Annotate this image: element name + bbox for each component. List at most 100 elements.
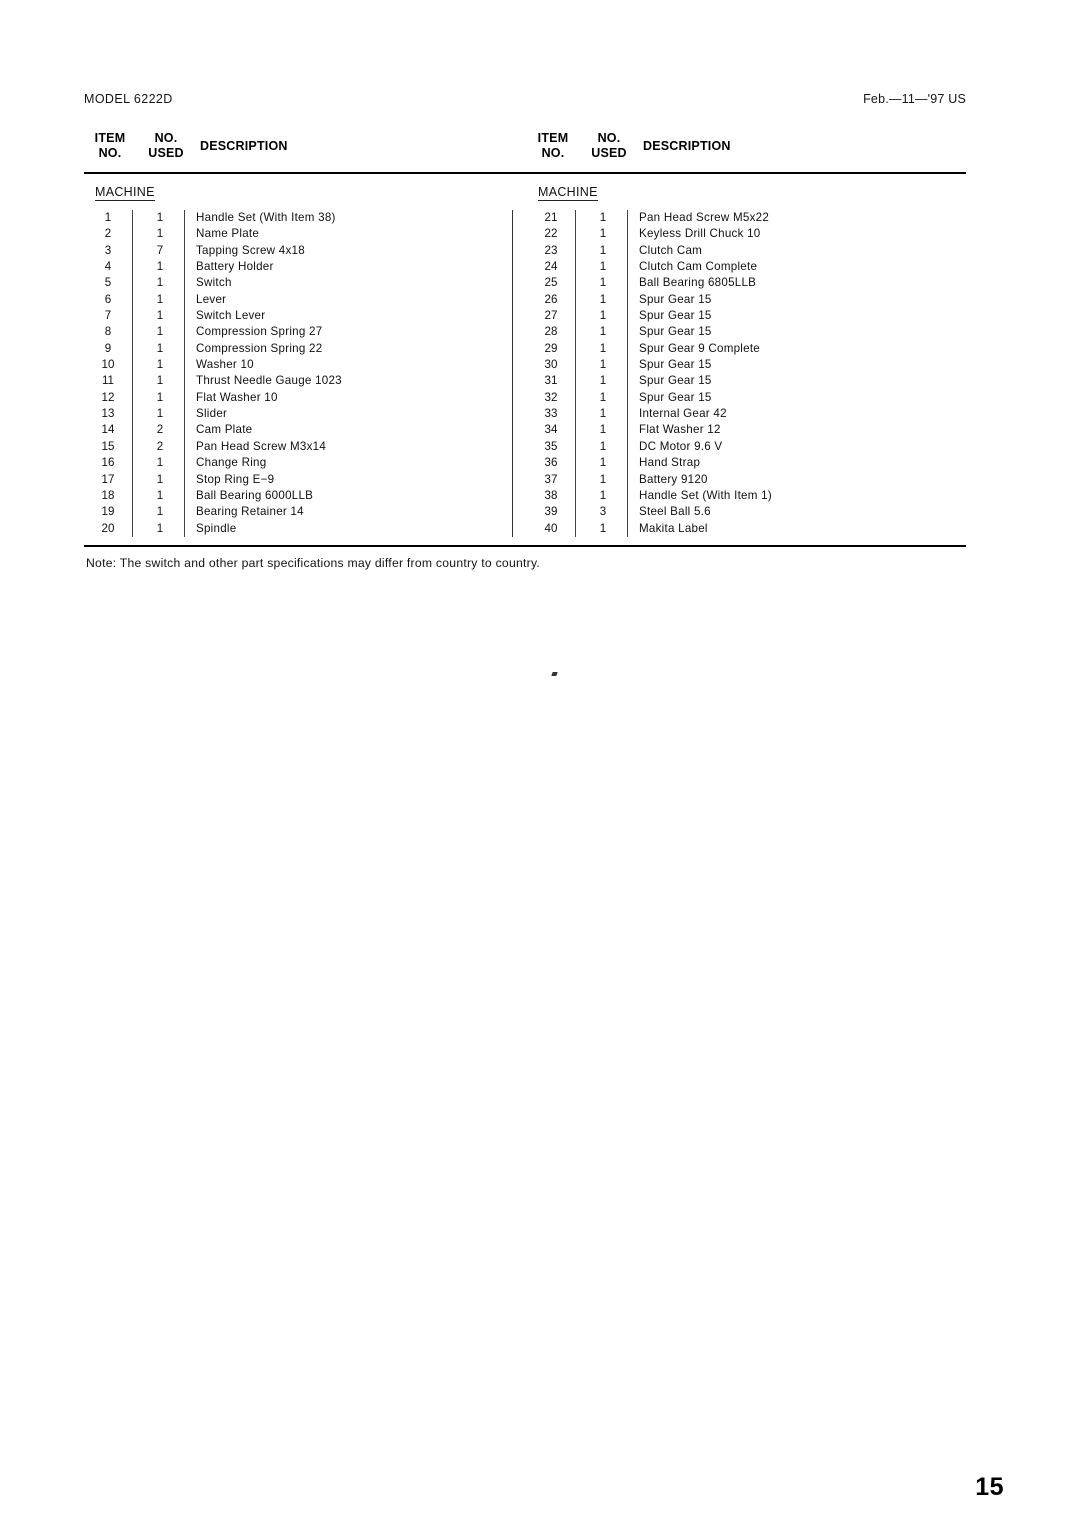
table-row: 25 1 Ball Bearing 6805LLB xyxy=(513,275,967,292)
cell-no-used: 1 xyxy=(579,275,628,292)
cell-item-no: 4 xyxy=(84,259,133,276)
cell-item-no: 27 xyxy=(527,308,576,325)
table-row: 17 1 Stop Ring E−9 xyxy=(84,471,504,488)
cell-no-used: 1 xyxy=(136,324,185,341)
header-no-used: NO. USED xyxy=(148,131,184,160)
cell-item-no: 36 xyxy=(527,455,576,472)
cell-no-used: 1 xyxy=(579,471,628,488)
cell-description: Spur Gear 15 xyxy=(639,374,712,388)
cell-no-used: 1 xyxy=(136,357,185,374)
cell-no-used: 1 xyxy=(579,324,628,341)
table-row: 10 1 Washer 10 xyxy=(84,357,504,374)
cell-no-used: 1 xyxy=(579,242,628,260)
cell-description: Flat Washer 12 xyxy=(639,423,721,437)
cell-description: Handle Set (With Item 1) xyxy=(639,488,772,502)
cell-description: Keyless Drill Chuck 10 xyxy=(639,227,761,241)
cell-description: Switch Lever xyxy=(196,309,266,323)
table-row: 20 1 Spindle xyxy=(84,520,504,537)
table-row: 6 1 Lever xyxy=(84,291,504,309)
page-number: 15 xyxy=(975,1473,1004,1501)
table-row: 4 1 Battery Holder xyxy=(84,259,504,276)
table-row: 33 1 Internal Gear 42 xyxy=(513,406,967,423)
cell-description: Thrust Needle Gauge 1023 xyxy=(196,374,342,388)
cell-no-used: 1 xyxy=(136,455,185,472)
table-row: 9 1 Compression Spring 22 xyxy=(84,340,504,358)
cell-item-no: 13 xyxy=(84,406,133,423)
table-row: 12 1 Flat Washer 10 xyxy=(84,389,504,407)
cell-description: Name Plate xyxy=(196,227,260,241)
cell-no-used: 1 xyxy=(136,373,185,390)
table-row: 34 1 Flat Washer 12 xyxy=(513,422,967,439)
revision-date-label: Feb.—11—'97 US xyxy=(863,92,966,106)
cell-item-no: 23 xyxy=(527,242,576,260)
cell-item-no: 40 xyxy=(527,520,576,537)
cell-description: Pan Head Screw M5x22 xyxy=(639,211,770,224)
cell-description: Lever xyxy=(196,292,227,306)
table-row: 38 1 Handle Set (With Item 1) xyxy=(513,487,967,505)
table-row: 29 1 Spur Gear 9 Complete xyxy=(513,340,967,358)
cell-no-used: 1 xyxy=(579,373,628,390)
table-row: 35 1 DC Motor 9.6 V xyxy=(513,438,967,456)
cell-no-used: 1 xyxy=(579,487,628,505)
table-row: 37 1 Battery 9120 xyxy=(513,471,967,488)
table-row: 7 1 Switch Lever xyxy=(84,308,504,325)
cell-no-used: 1 xyxy=(579,455,628,472)
cell-item-no: 10 xyxy=(84,357,133,374)
cell-description: Spur Gear 9 Complete xyxy=(639,341,760,355)
cell-description: Makita Label xyxy=(639,521,708,535)
cell-description: Ball Bearing 6805LLB xyxy=(639,276,757,290)
table-row: 19 1 Bearing Retainer 14 xyxy=(84,504,504,521)
table-row: 40 1 Makita Label xyxy=(513,520,967,537)
table-row: 8 1 Compression Spring 27 xyxy=(84,324,504,341)
cell-item-no: 30 xyxy=(527,357,576,374)
cell-item-no: 31 xyxy=(527,373,576,390)
cell-item-no: 33 xyxy=(527,406,576,423)
cell-description: Stop Ring E−9 xyxy=(196,472,275,486)
table-row: 24 1 Clutch Cam Complete xyxy=(513,259,967,276)
cell-description: Clutch Cam xyxy=(639,243,703,257)
cell-item-no: 22 xyxy=(527,226,576,243)
cell-no-used: 1 xyxy=(579,520,628,537)
cell-no-used: 1 xyxy=(136,471,185,488)
cell-no-used: 1 xyxy=(136,308,185,325)
cell-no-used: 1 xyxy=(136,226,185,243)
cell-item-no: 7 xyxy=(84,308,133,325)
cell-description: Handle Set (With Item 38) xyxy=(196,211,336,224)
cell-item-no: 11 xyxy=(84,373,133,390)
cell-no-used: 2 xyxy=(136,422,185,439)
cell-no-used: 1 xyxy=(579,259,628,276)
scan-artifact-mark xyxy=(551,672,558,676)
cell-item-no: 21 xyxy=(527,210,576,227)
table-row: 16 1 Change Ring xyxy=(84,455,504,472)
cell-item-no: 25 xyxy=(527,275,576,292)
cell-no-used: 1 xyxy=(579,422,628,439)
header-item-no: ITEM NO. xyxy=(94,131,126,160)
table-row: 28 1 Spur Gear 15 xyxy=(513,324,967,341)
cell-no-used: 1 xyxy=(136,487,185,505)
cell-no-used: 1 xyxy=(136,520,185,537)
cell-item-no: 29 xyxy=(527,340,576,358)
cell-item-no: 35 xyxy=(527,438,576,456)
cell-no-used: 1 xyxy=(579,308,628,325)
cell-item-no: 38 xyxy=(527,487,576,505)
cell-item-no: 20 xyxy=(84,520,133,537)
cell-description: Internal Gear 42 xyxy=(639,407,727,421)
table-row: 39 3 Steel Ball 5.6 xyxy=(513,504,967,521)
cell-item-no: 39 xyxy=(527,504,576,521)
cell-description: Spindle xyxy=(196,521,237,535)
header-item-no: ITEM NO. xyxy=(537,131,569,160)
cell-description: Spur Gear 15 xyxy=(639,309,712,323)
cell-item-no: 16 xyxy=(84,455,133,472)
cell-description: Compression Spring 22 xyxy=(196,341,323,355)
cell-item-no: 1 xyxy=(84,210,133,227)
header-divider-rule xyxy=(84,172,966,174)
cell-item-no: 3 xyxy=(84,242,133,260)
cell-item-no: 6 xyxy=(84,291,133,309)
table-row: 18 1 Ball Bearing 6000LLB xyxy=(84,487,504,505)
cell-no-used: 2 xyxy=(136,438,185,456)
cell-description: Spur Gear 15 xyxy=(639,358,712,372)
cell-item-no: 17 xyxy=(84,471,133,488)
cell-description: Spur Gear 15 xyxy=(639,325,712,339)
footer-divider-rule xyxy=(84,545,966,547)
cell-description: Bearing Retainer 14 xyxy=(196,505,304,519)
